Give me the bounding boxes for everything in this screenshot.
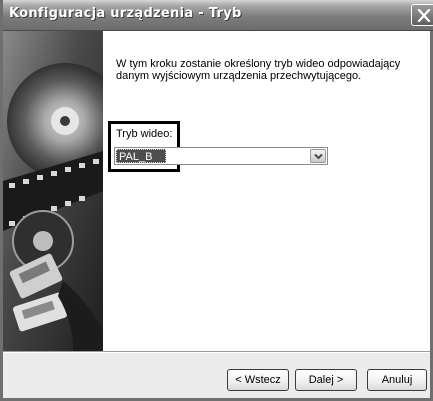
back-button[interactable]: < Wstecz <box>227 369 289 391</box>
step-description: W tym kroku zostanie określony tryb wide… <box>116 58 401 82</box>
cancel-button[interactable]: Anuluj <box>367 369 427 391</box>
dropdown-button[interactable] <box>310 149 326 163</box>
video-mode-select[interactable]: PAL_B <box>114 147 328 165</box>
video-capture-illustration <box>3 31 103 351</box>
chevron-down-icon <box>314 153 323 160</box>
close-icon <box>417 9 431 22</box>
close-button[interactable] <box>411 4 433 26</box>
title-bar[interactable]: Konfiguracja urządzenia - Tryb <box>3 0 433 31</box>
side-illustration <box>3 31 103 351</box>
button-separator <box>3 351 430 353</box>
next-button[interactable]: Dalej > <box>295 369 357 391</box>
video-mode-selected-value: PAL_B <box>116 149 166 163</box>
window-title: Konfiguracja urządzenia - Tryb <box>9 6 242 21</box>
video-mode-label: Tryb wideo: <box>116 128 173 140</box>
